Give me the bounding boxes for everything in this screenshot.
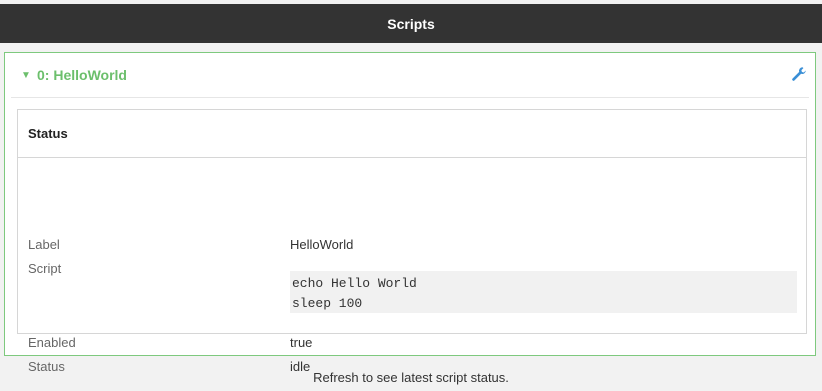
script-title[interactable]: 0: HelloWorld — [37, 67, 127, 83]
caret-down-icon[interactable]: ▼ — [21, 70, 37, 81]
script-panel: ▼ 0: HelloWorld Status Label HelloWorld … — [4, 52, 816, 374]
enabled-field-name: Enabled — [28, 335, 76, 350]
status-card-heading: Status — [18, 110, 806, 158]
script-line: echo Hello World — [292, 276, 417, 291]
status-card: Status Label HelloWorld Script echo Hell… — [17, 109, 807, 374]
script-line: sleep 100 — [292, 296, 363, 311]
script-field-name: Script — [28, 261, 62, 276]
label-field-name: Label — [28, 237, 60, 252]
page-title: Scripts — [387, 15, 435, 32]
enabled-field-value: true — [290, 335, 313, 350]
script-code-block: echo Hello World sleep 100 — [290, 271, 797, 313]
refresh-hint: Refresh to see latest script status. — [313, 370, 509, 385]
wrench-icon[interactable] — [791, 66, 807, 82]
script-panel-header[interactable]: ▼ 0: HelloWorld — [11, 53, 809, 98]
label-field-value: HelloWorld — [290, 237, 354, 252]
page-header: Scripts — [0, 4, 822, 43]
